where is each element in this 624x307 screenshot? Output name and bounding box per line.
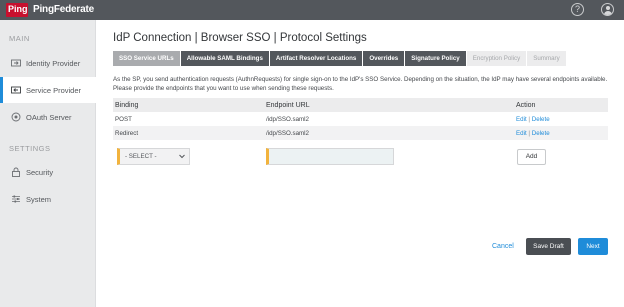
- binding-select[interactable]: - SELECT -: [117, 148, 190, 165]
- tab-artifact-resolver-locations[interactable]: Artifact Resolver Locations: [269, 51, 363, 66]
- sidebar-item-label: System: [26, 195, 52, 204]
- endpoint-cell: /idp/SSO.saml2: [266, 130, 309, 137]
- column-header-action: Action: [516, 102, 536, 109]
- sidebar: MAIN Identity Provider Service Provider …: [0, 20, 97, 307]
- sidebar-item-system[interactable]: System: [0, 186, 96, 212]
- tab-encryption-policy: Encryption Policy: [466, 51, 527, 66]
- app-name: PingFederate: [33, 4, 94, 15]
- action-cell: Edit | Delete: [516, 116, 550, 123]
- sidebar-item-security[interactable]: Security: [0, 159, 96, 185]
- lock-icon: [12, 167, 20, 177]
- table-row: Redirect /idp/SSO.saml2 Edit | Delete: [113, 126, 608, 140]
- sidebar-section-settings: SETTINGS: [9, 144, 51, 153]
- sidebar-item-oauth-server[interactable]: OAuth Server: [0, 104, 96, 130]
- endpoint-url-input[interactable]: [266, 148, 394, 165]
- sidebar-item-label: OAuth Server: [26, 113, 72, 122]
- tab-overrides[interactable]: Overrides: [363, 51, 405, 66]
- binding-cell: POST: [115, 116, 132, 123]
- tab-sso-service-urls[interactable]: SSO Service URLs: [113, 51, 180, 66]
- tab-bar: SSO Service URLs Allowable SAML Bindings…: [113, 51, 567, 66]
- sidebar-item-service-provider[interactable]: Service Provider: [0, 77, 97, 103]
- user-avatar-icon[interactable]: [601, 3, 614, 16]
- column-header-binding: Binding: [115, 102, 139, 109]
- edit-link[interactable]: Edit: [516, 116, 527, 123]
- edit-link[interactable]: Edit: [516, 130, 527, 137]
- tab-allowable-saml-bindings[interactable]: Allowable SAML Bindings: [180, 51, 269, 66]
- delete-link[interactable]: Delete: [532, 130, 550, 137]
- action-separator: |: [528, 130, 531, 137]
- cancel-link[interactable]: Cancel: [492, 243, 514, 250]
- service-provider-icon: [11, 86, 21, 94]
- ping-logo-mark: Ping: [8, 4, 28, 14]
- add-button[interactable]: Add: [517, 149, 546, 165]
- ping-logo: Ping: [6, 3, 28, 17]
- sidebar-item-label: Security: [26, 168, 54, 177]
- action-cell: Edit | Delete: [516, 130, 550, 137]
- endpoints-table: Binding Endpoint URL Action POST /idp/SS…: [113, 98, 608, 140]
- endpoint-cell: /idp/SSO.saml2: [266, 116, 309, 123]
- sidebar-item-label: Identity Provider: [26, 59, 81, 68]
- chevron-down-icon: [179, 154, 185, 159]
- sliders-icon: [12, 195, 20, 203]
- sidebar-item-identity-provider[interactable]: Identity Provider: [0, 50, 96, 76]
- binding-cell: Redirect: [115, 130, 139, 137]
- identity-provider-icon: [11, 59, 21, 67]
- sidebar-item-label: Service Provider: [26, 86, 82, 95]
- save-draft-button[interactable]: Save Draft: [526, 238, 571, 255]
- page-title: IdP Connection | Browser SSO | Protocol …: [113, 32, 367, 44]
- sidebar-section-main: MAIN: [9, 34, 30, 43]
- delete-link[interactable]: Delete: [532, 116, 550, 123]
- next-button[interactable]: Next: [578, 238, 608, 255]
- tab-signature-policy[interactable]: Signature Policy: [405, 51, 466, 66]
- column-header-endpoint-url: Endpoint URL: [266, 102, 310, 109]
- question-circle-icon[interactable]: ?: [571, 3, 584, 16]
- page-description: As the SP, you send authentication reque…: [113, 76, 608, 92]
- top-bar: Ping PingFederate ?: [0, 0, 624, 20]
- tab-summary: Summary: [527, 51, 566, 66]
- binding-select-value: - SELECT -: [125, 153, 157, 160]
- table-header: Binding Endpoint URL Action: [113, 98, 608, 112]
- oauth-server-icon: [11, 112, 21, 122]
- action-separator: |: [528, 116, 531, 123]
- table-row: POST /idp/SSO.saml2 Edit | Delete: [113, 112, 608, 126]
